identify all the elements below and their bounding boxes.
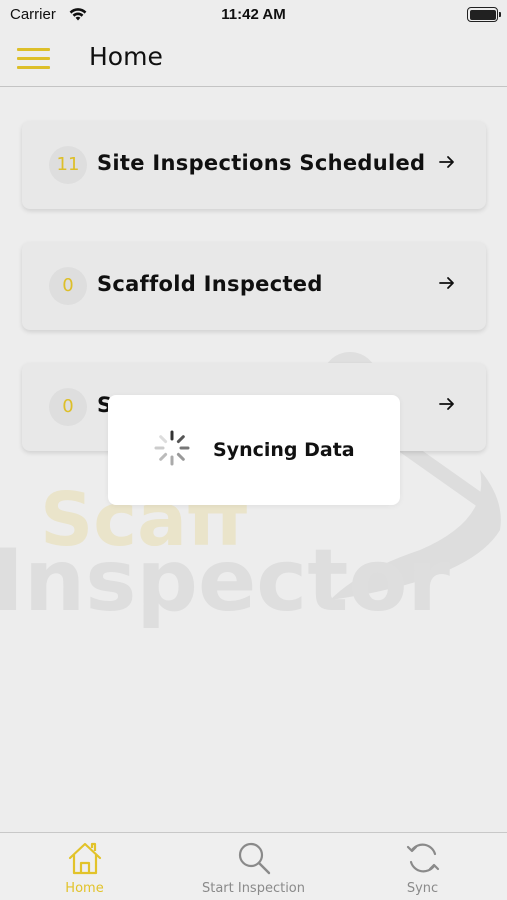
sync-icon (406, 843, 439, 873)
syncing-label: Syncing Data (213, 439, 355, 461)
tab-label: Home (65, 881, 104, 896)
search-icon (238, 842, 270, 875)
spinner-icon (154, 430, 190, 466)
tab-sync[interactable]: Sync (338, 833, 507, 900)
home-icon (68, 842, 101, 875)
tab-home[interactable]: Home (0, 833, 169, 900)
tab-label: Start Inspection (201, 881, 306, 896)
tab-label: Sync (406, 881, 439, 896)
syncing-dialog: Syncing Data (108, 395, 400, 505)
tab-start-inspection[interactable]: Start Inspection (169, 833, 338, 900)
bottom-tab-bar: Home Start Inspection Sync (0, 832, 507, 900)
